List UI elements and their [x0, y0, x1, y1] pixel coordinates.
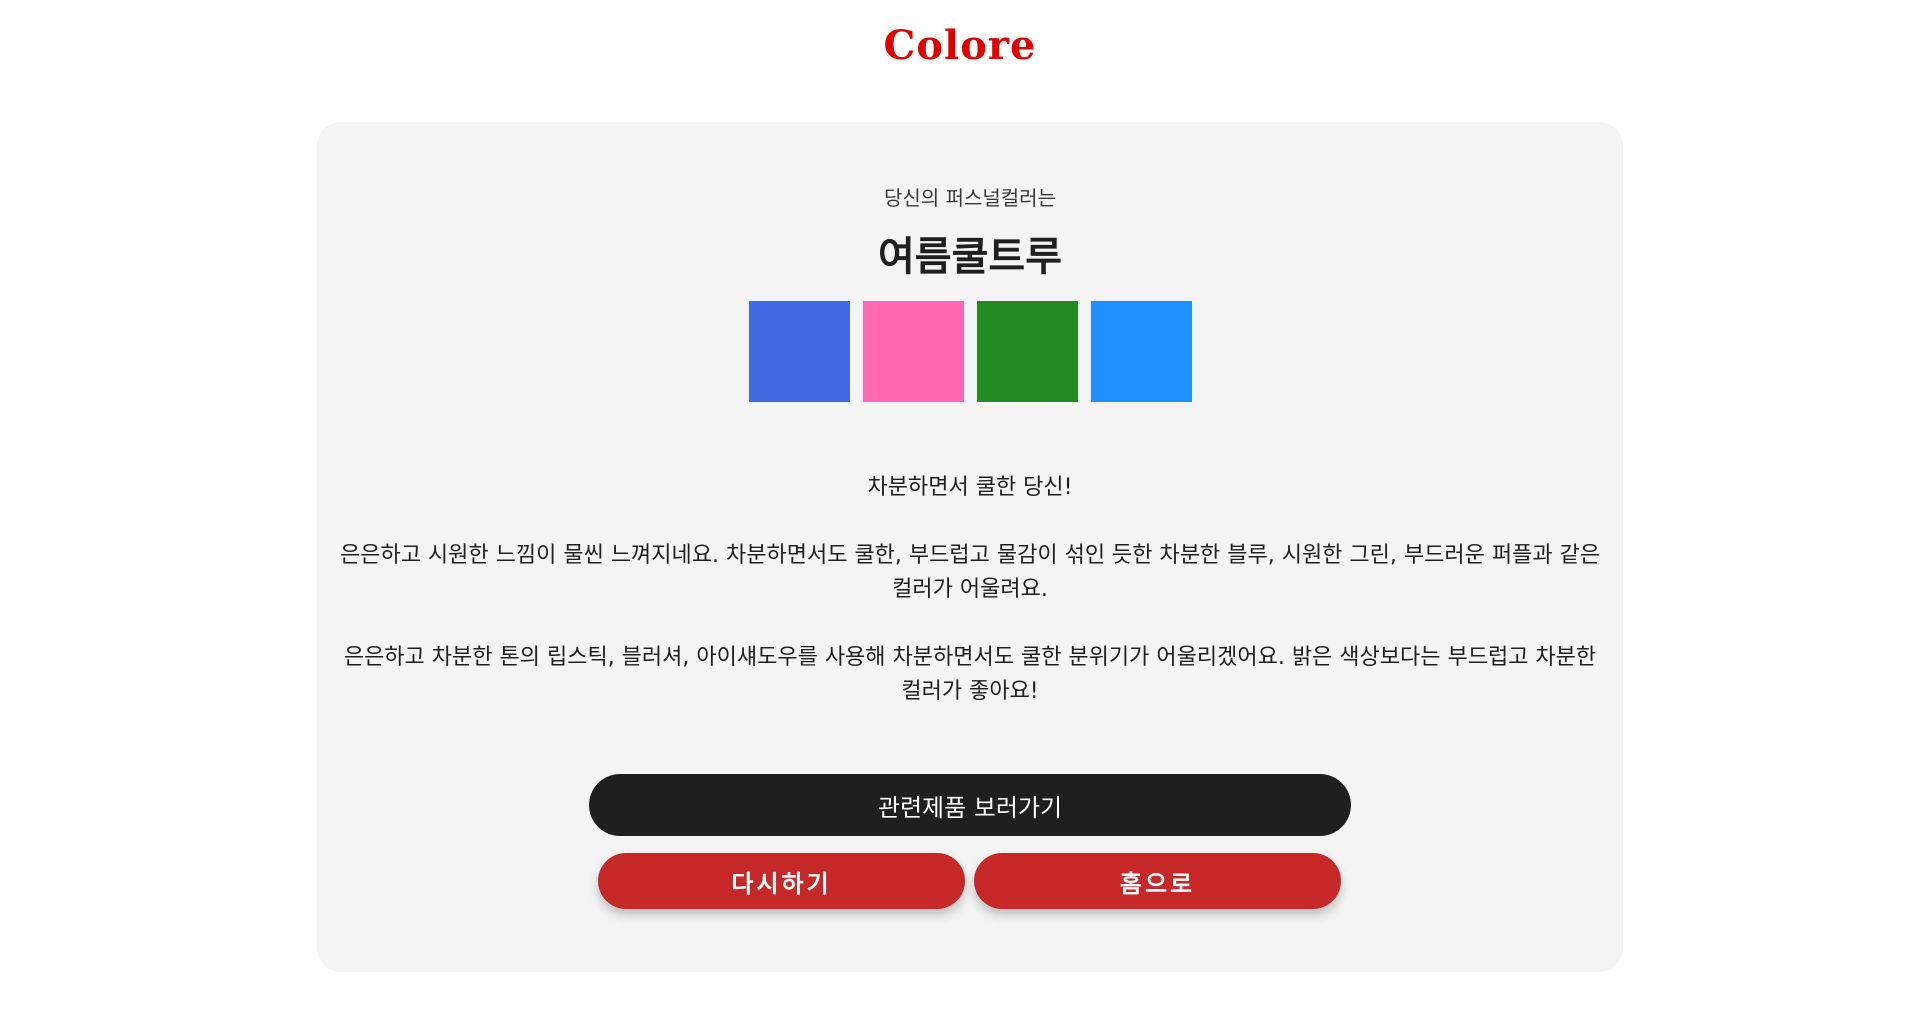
swatch-royal-blue — [748, 301, 850, 402]
view-products-button[interactable]: 관련제품 보러가기 — [589, 774, 1351, 836]
result-description: 차분하면서 쿨한 당신! 은은하고 시원한 느낌이 물씬 느껴지네요. 차분하면… — [339, 471, 1601, 743]
color-swatches — [317, 301, 1623, 402]
home-button[interactable]: 홈으로 — [974, 853, 1341, 909]
result-card: 당신의 퍼스널컬러는 여름쿨트루 차분하면서 쿨한 당신! 은은하고 시원한 느… — [317, 122, 1623, 972]
description-paragraph: 은은하고 시원한 느낌이 물씬 느껴지네요. 차분하면서도 쿨한, 부드럽고 물… — [339, 543, 1601, 602]
swatch-hot-pink — [862, 301, 964, 402]
description-paragraph: 은은하고 차분한 톤의 립스틱, 블러셔, 아이섀도우를 사용해 차분하면서도 … — [343, 645, 1597, 704]
swatch-dodger-blue — [1090, 301, 1192, 402]
swatch-forest-green — [976, 301, 1078, 402]
logo[interactable]: Colore — [884, 22, 1037, 69]
header: Colore — [0, 0, 1920, 90]
result-title: 여름쿨트루 — [878, 234, 1062, 280]
description-headline: 차분하면서 쿨한 당신! — [867, 475, 1073, 500]
result-subtitle: 당신의 퍼스널컬러는 — [884, 186, 1056, 210]
retry-button[interactable]: 다시하기 — [598, 853, 965, 909]
